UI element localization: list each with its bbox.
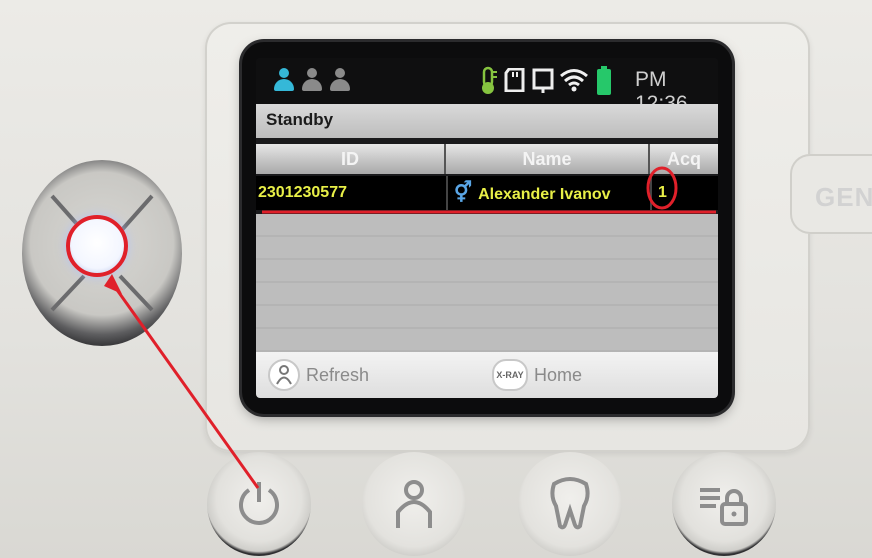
center-button-circle	[66, 215, 128, 277]
acq-circle	[646, 166, 678, 210]
device-body: GEN PM Standby ID Name Acq 2301230577 ⚥ …	[0, 0, 872, 558]
annotation-overlay	[66, 166, 716, 489]
arrow-head	[104, 274, 122, 294]
arrow-line	[108, 279, 260, 489]
